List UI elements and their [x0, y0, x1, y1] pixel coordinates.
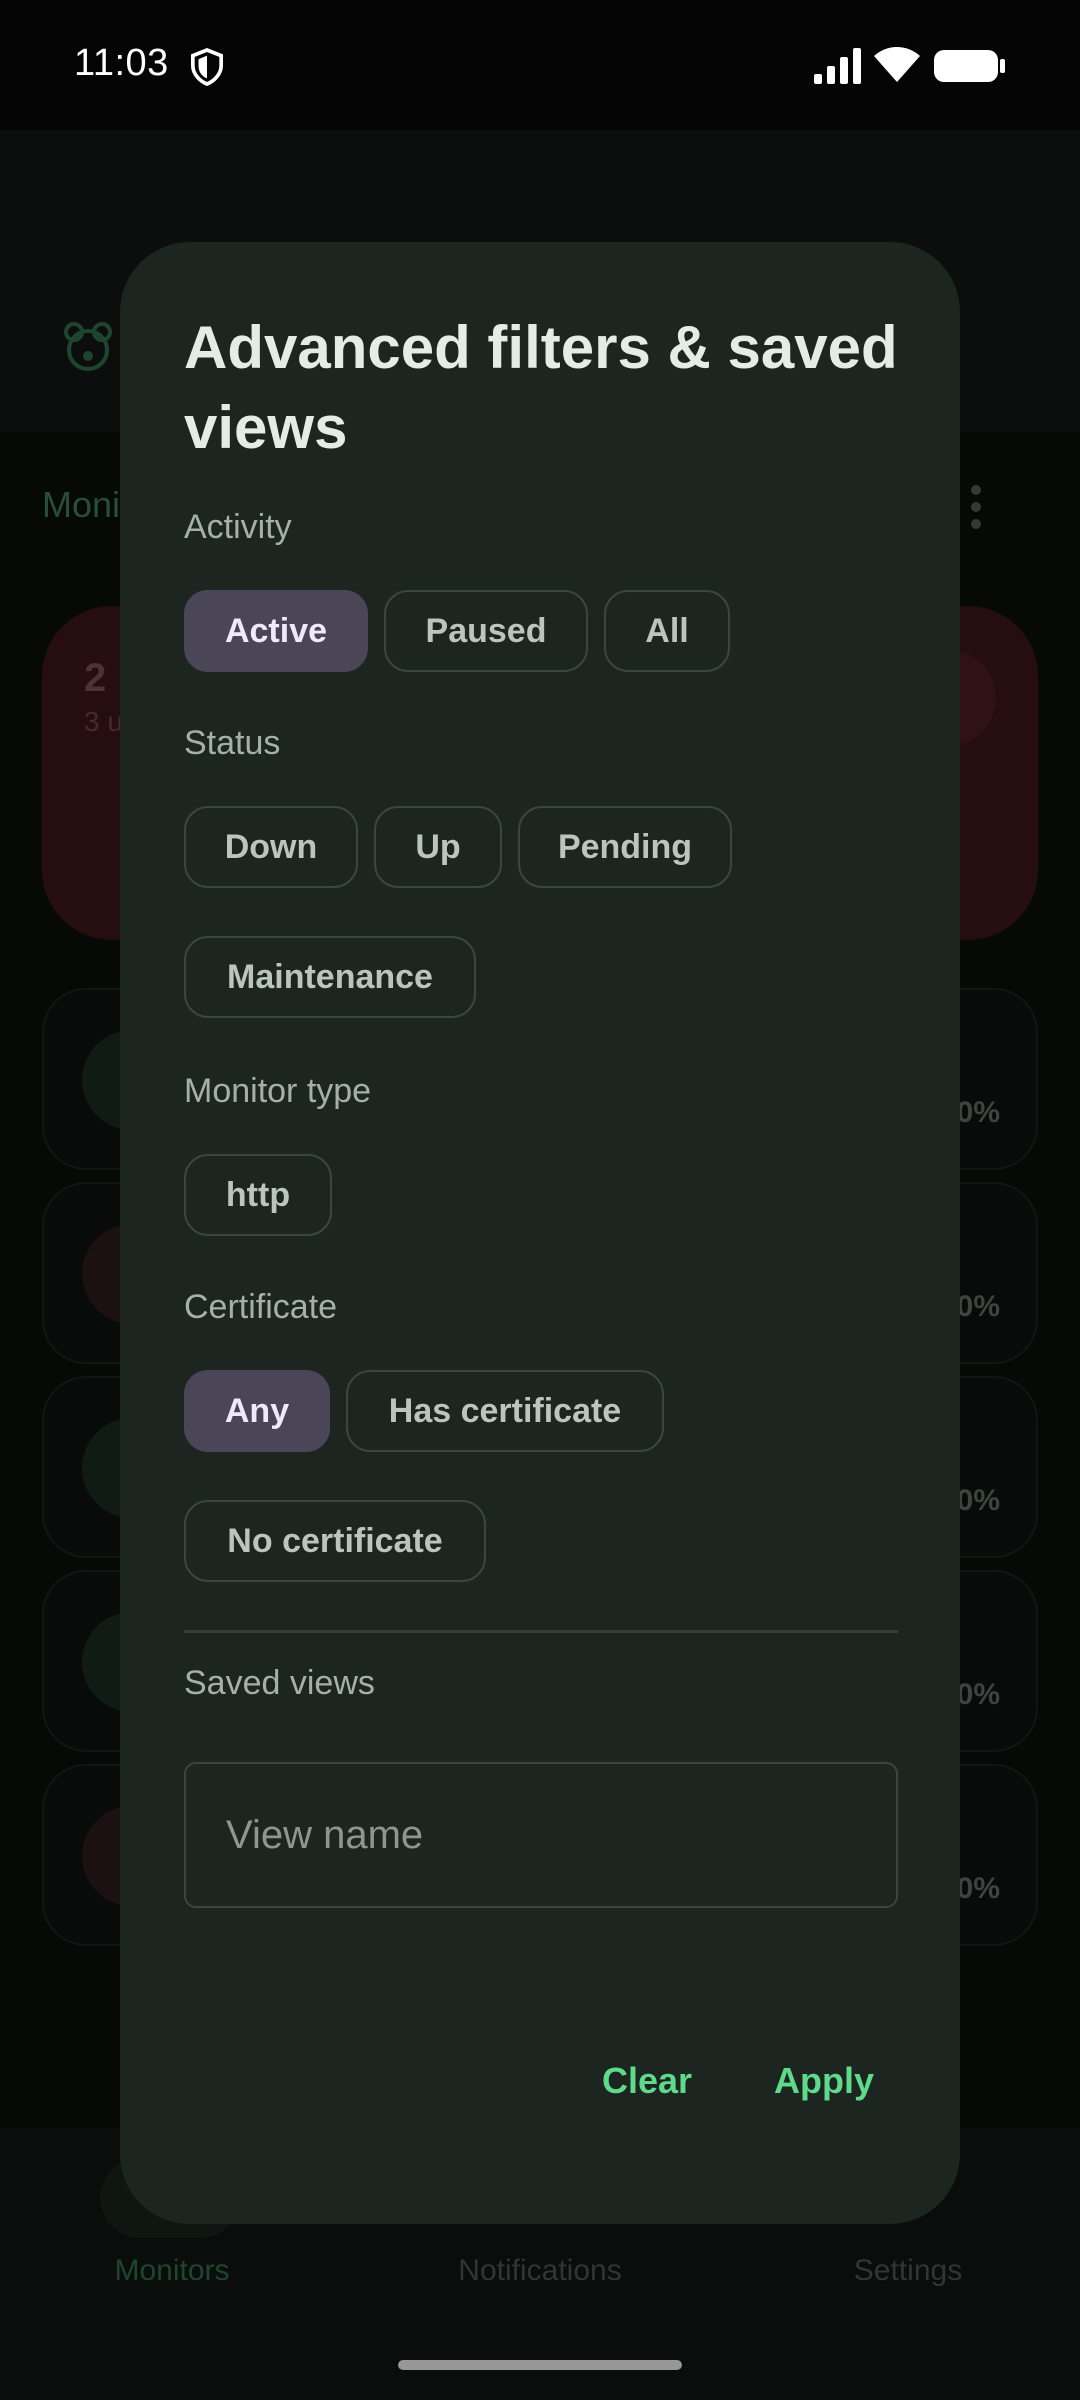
saved-views-label: Saved views	[184, 1664, 375, 1702]
chip-all[interactable]: All	[604, 590, 730, 672]
filters-dialog: Advanced filters & saved views Activity …	[120, 242, 960, 2224]
dialog-title: Advanced filters & saved views	[184, 314, 898, 461]
view-name-input[interactable]	[184, 1762, 898, 1908]
certificate-label: Certificate	[184, 1288, 338, 1326]
divider	[184, 1630, 898, 1633]
activity-label: Activity	[184, 508, 292, 546]
battery-icon	[934, 50, 1005, 82]
apply-button[interactable]: Apply	[774, 2060, 874, 2102]
chip-has-certificate[interactable]: Has certificate	[346, 1370, 664, 1452]
chip-any[interactable]: Any	[184, 1370, 330, 1452]
chip-http[interactable]: http	[184, 1154, 332, 1236]
chip-no-certificate[interactable]: No certificate	[184, 1500, 486, 1582]
wifi-icon	[874, 47, 920, 82]
chip-maintenance[interactable]: Maintenance	[184, 936, 476, 1018]
clear-button[interactable]: Clear	[602, 2060, 692, 2102]
monitor-type-label: Monitor type	[184, 1072, 372, 1110]
chip-paused[interactable]: Paused	[384, 590, 588, 672]
status-bar: 11:03	[0, 0, 1080, 130]
chip-active[interactable]: Active	[184, 590, 368, 672]
chip-down[interactable]: Down	[184, 806, 358, 888]
status-time: 11:03	[74, 42, 169, 84]
status-label: Status	[184, 724, 281, 762]
signal-icon	[814, 48, 861, 84]
shield-icon	[190, 48, 224, 86]
chip-up[interactable]: Up	[374, 806, 502, 888]
chip-pending[interactable]: Pending	[518, 806, 732, 888]
